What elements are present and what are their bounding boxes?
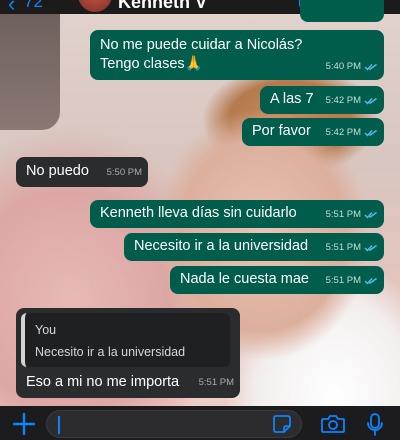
message-bubble-outgoing[interactable]: Kenneth lleva días sin cuidarlo 5:51 PM bbox=[90, 200, 384, 228]
message-time: 5:40 PM bbox=[325, 61, 361, 72]
avatar[interactable] bbox=[78, 0, 112, 12]
message-bubble-outgoing[interactable]: Nada le cuesta mae 5:51 PM bbox=[170, 266, 384, 294]
message-bubble-outgoing[interactable]: No me puede cuidar a Nicolás? Tengo clas… bbox=[90, 30, 384, 80]
message-meta: 5:51 PM bbox=[199, 373, 234, 392]
quoted-text: Necesito ir a la universidad bbox=[35, 345, 186, 359]
message-bubble-cropped[interactable] bbox=[300, 0, 384, 22]
message-meta: 5:51 PM bbox=[326, 205, 378, 224]
plus-icon[interactable] bbox=[12, 412, 36, 436]
message-meta: 5:42 PM bbox=[326, 91, 378, 110]
message-bubble-outgoing[interactable]: Por favor 5:42 PM bbox=[242, 118, 384, 146]
message-time: 5:42 PM bbox=[325, 95, 361, 106]
text-caret bbox=[58, 416, 60, 434]
message-input[interactable] bbox=[46, 410, 302, 438]
read-ticks-icon bbox=[364, 63, 377, 71]
composer-bar bbox=[0, 406, 400, 440]
message-text: Nada le cuesta mae bbox=[180, 271, 309, 287]
message-time: 5:42 PM bbox=[325, 127, 361, 138]
message-meta: 5:50 PM bbox=[107, 163, 142, 182]
message-text: A las 7 bbox=[270, 91, 314, 107]
message-text: Kenneth lleva días sin cuidarlo bbox=[100, 205, 297, 221]
message-time: 5:50 PM bbox=[106, 167, 142, 178]
read-ticks-icon bbox=[364, 244, 377, 252]
back-count[interactable]: 72 bbox=[24, 0, 43, 12]
contact-name[interactable]: Kenneth V bbox=[118, 0, 207, 13]
message-bubble-outgoing[interactable]: Necesito ir a la universidad 5:51 PM bbox=[124, 233, 384, 261]
message-time: 5:51 PM bbox=[325, 242, 361, 253]
quoted-author: You bbox=[35, 323, 57, 337]
message-meta: 5:42 PM bbox=[326, 123, 378, 142]
message-text: No me puede cuidar a Nicolás? Tengo clas… bbox=[100, 37, 303, 72]
camera-icon[interactable] bbox=[320, 414, 346, 439]
quoted-message[interactable]: You Necesito ir a la universidad bbox=[21, 313, 230, 367]
message-meta: 5:51 PM bbox=[326, 271, 378, 290]
read-ticks-icon bbox=[364, 129, 377, 137]
message-text: No puedo bbox=[26, 163, 89, 179]
message-text: Eso a mi no me importa bbox=[26, 374, 180, 390]
message-time: 5:51 PM bbox=[325, 275, 361, 286]
read-ticks-icon bbox=[364, 97, 377, 105]
message-time: 5:51 PM bbox=[325, 209, 361, 220]
read-ticks-icon bbox=[364, 277, 377, 285]
message-bubble-incoming-reply[interactable]: You Necesito ir a la universidad Eso a m… bbox=[16, 308, 240, 398]
message-time: 5:51 PM bbox=[198, 377, 234, 388]
wallpaper-shadow bbox=[0, 0, 60, 130]
message-meta: 5:51 PM bbox=[326, 238, 378, 257]
read-ticks-icon bbox=[364, 211, 377, 219]
back-icon[interactable]: ‹ bbox=[8, 0, 15, 14]
sticker-icon[interactable] bbox=[272, 414, 292, 439]
message-meta: 5:40 PM bbox=[326, 57, 378, 76]
mic-icon[interactable] bbox=[366, 413, 384, 440]
message-bubble-outgoing[interactable]: A las 7 5:42 PM bbox=[260, 86, 384, 114]
message-text: Necesito ir a la universidad bbox=[134, 238, 309, 254]
message-text: Por favor bbox=[252, 123, 311, 139]
message-bubble-incoming[interactable]: No puedo 5:50 PM bbox=[16, 157, 148, 187]
